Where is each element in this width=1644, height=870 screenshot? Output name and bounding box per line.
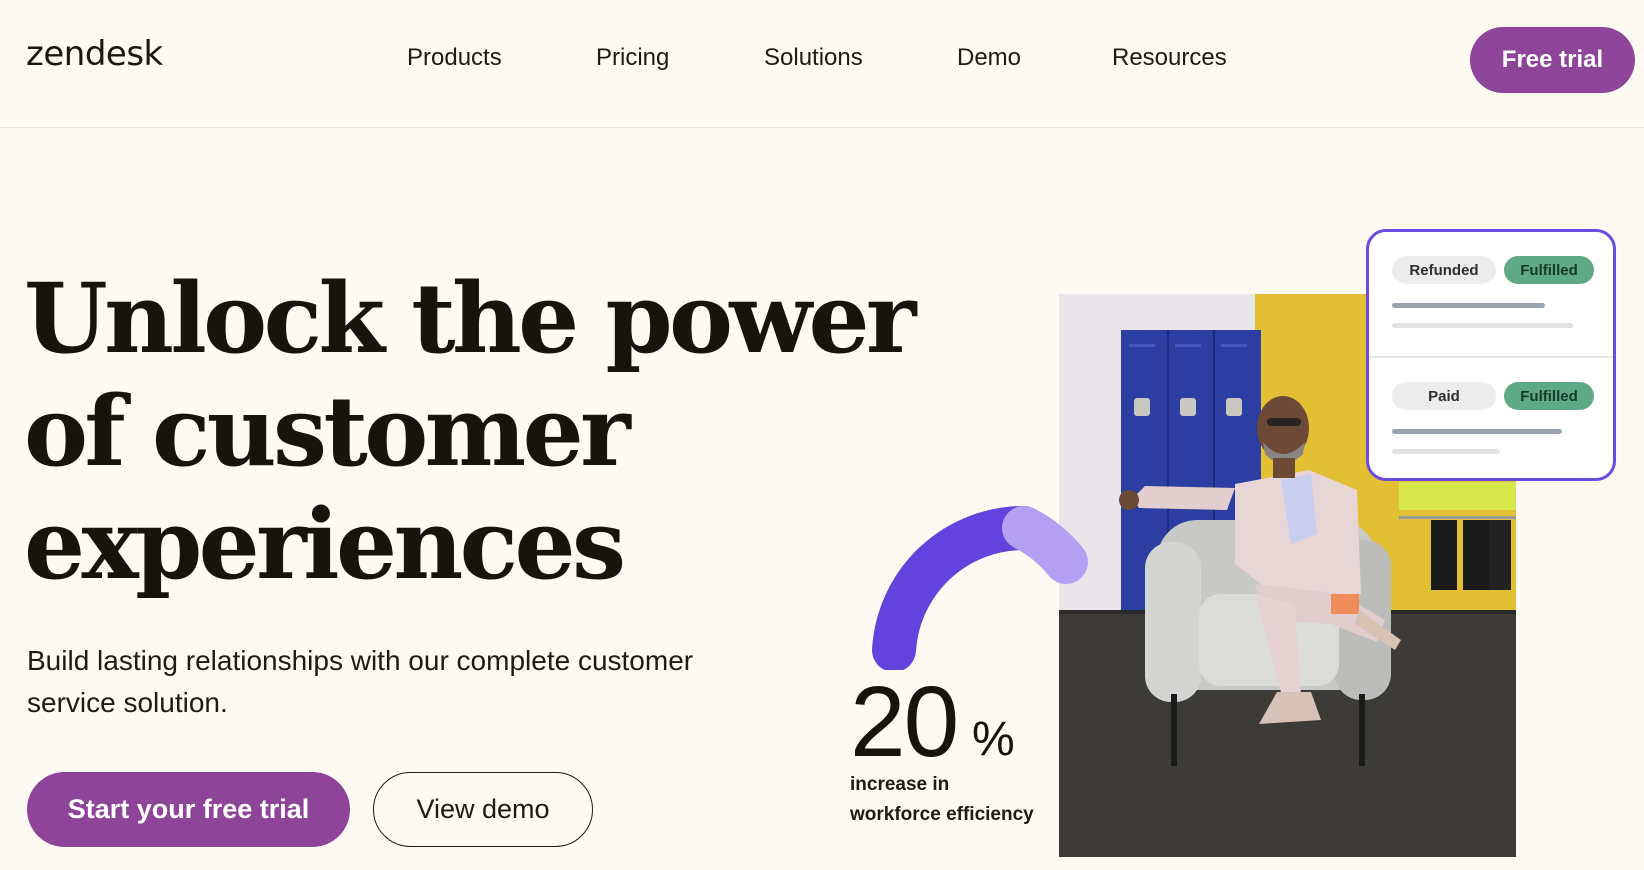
- placeholder-line: [1392, 429, 1562, 434]
- status-badge-fulfilled: Fulfilled: [1504, 256, 1594, 284]
- placeholder-line: [1392, 323, 1573, 328]
- card-divider: [1369, 356, 1613, 358]
- view-demo-button[interactable]: View demo: [373, 772, 593, 847]
- nav-pricing[interactable]: Pricing: [596, 44, 669, 72]
- placeholder-line: [1392, 303, 1545, 308]
- status-badge-refunded: Refunded: [1392, 256, 1496, 284]
- stat-label: increase in workforce efficiency: [850, 774, 1034, 825]
- efficiency-gauge-arc: [872, 505, 1088, 670]
- status-badge-fulfilled: Fulfilled: [1504, 382, 1594, 410]
- free-trial-button[interactable]: Free trial: [1470, 27, 1635, 93]
- nav-resources[interactable]: Resources: [1112, 44, 1227, 72]
- hero-title-line: experiences: [24, 488, 626, 601]
- nav-products[interactable]: Products: [407, 44, 502, 72]
- stat-unit: %: [972, 713, 1015, 766]
- site-header: zendesk Products Pricing Solutions Demo …: [0, 0, 1644, 128]
- start-free-trial-button[interactable]: Start your free trial: [27, 772, 350, 847]
- zendesk-logo[interactable]: zendesk: [26, 34, 163, 74]
- nav-demo[interactable]: Demo: [957, 44, 1021, 72]
- hero-title-line: Unlock the power: [24, 262, 917, 375]
- order-status-card: Refunded Fulfilled Paid Fulfilled: [1366, 229, 1616, 481]
- hero-title: Unlock the power of customer experiences: [24, 262, 917, 601]
- placeholder-line: [1392, 449, 1500, 454]
- stat-value: 20: [850, 666, 959, 778]
- status-badge-paid: Paid: [1392, 382, 1496, 410]
- hero-subtitle: Build lasting relationships with our com…: [27, 645, 694, 718]
- nav-solutions[interactable]: Solutions: [764, 44, 863, 72]
- gauge-arc-main: [872, 505, 1046, 670]
- gauge-arc-tip: [1002, 506, 1088, 584]
- hero-title-line: of customer: [24, 375, 631, 488]
